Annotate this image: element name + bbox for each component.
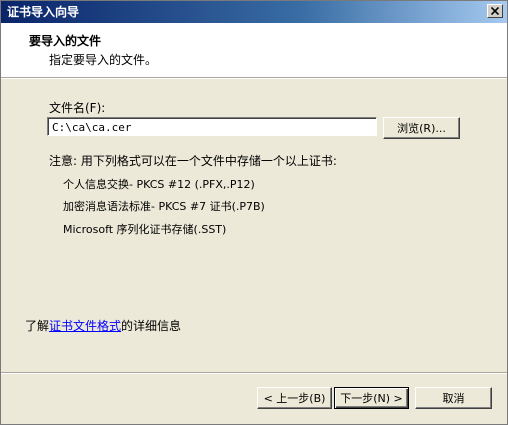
certificate-file-formats-link[interactable]: 证书文件格式 (49, 319, 121, 333)
file-name-input[interactable] (47, 117, 377, 136)
window-title: 证书导入向导 (7, 5, 80, 19)
format-item-pkcs12: 个人信息交换- PKCS #12 (.PFX,.P12) (63, 178, 255, 191)
cancel-button[interactable]: 取消 (415, 387, 492, 409)
format-item-pkcs7: 加密消息语法标准- PKCS #7 证书(.P7B) (63, 200, 265, 213)
format-item-sst: Microsoft 序列化证书存储(.SST) (63, 223, 227, 236)
title-bar[interactable]: 证书导入向导 (1, 1, 507, 23)
page-subtitle: 指定要导入的文件。 (49, 53, 158, 67)
close-button[interactable] (487, 4, 503, 18)
back-button[interactable]: < 上一步(B) (257, 387, 332, 409)
learn-more-text: 了解证书文件格式的详细信息 (25, 319, 181, 333)
file-name-label: 文件名(F): (49, 101, 106, 115)
footer-divider (1, 372, 507, 374)
browse-button[interactable]: 浏览(R)... (383, 117, 460, 139)
header-divider (1, 77, 507, 79)
close-icon (491, 7, 499, 15)
learn-more-prefix: 了解 (25, 319, 50, 333)
page-title: 要导入的文件 (29, 34, 102, 48)
certificate-import-wizard-window: 证书导入向导 要导入的文件 指定要导入的文件。 文件名(F): 浏览(R)...… (0, 0, 508, 425)
learn-more-suffix: 的详细信息 (121, 319, 182, 333)
next-button[interactable]: 下一步(N) > (334, 387, 409, 409)
wizard-header: 要导入的文件 指定要导入的文件。 (1, 23, 507, 77)
format-note: 注意: 用下列格式可以在一个文件中存储一个以上证书: (49, 154, 337, 168)
